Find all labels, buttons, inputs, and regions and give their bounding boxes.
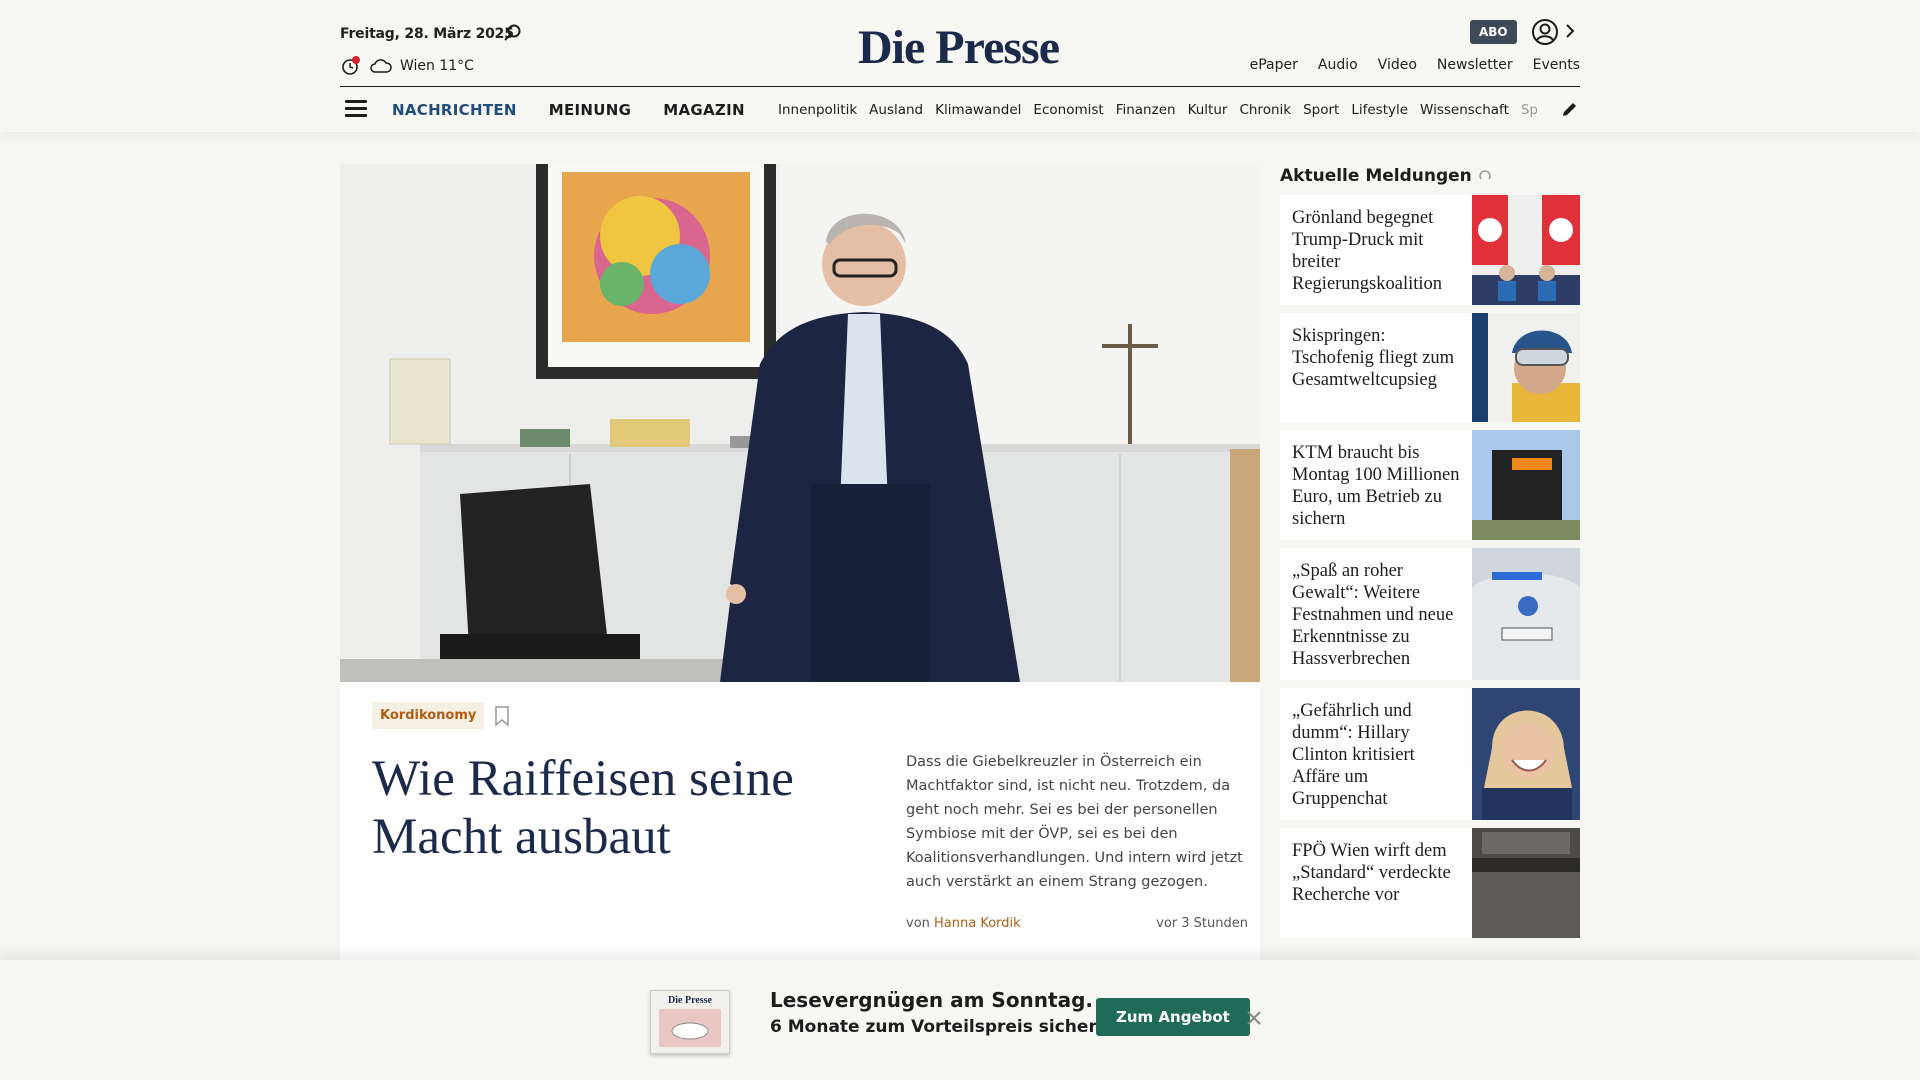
banner-title: Lesevergnügen am Sonntag. [770, 988, 1094, 1012]
news-item-image[interactable] [1472, 688, 1580, 820]
hero-teaser: Dass die Giebelkreuzler in Österreich ei… [906, 754, 1243, 890]
subnav-chronik[interactable]: Chronik [1239, 102, 1291, 118]
hero-image[interactable] [340, 164, 1260, 682]
subnav-innenpolitik[interactable]: Innenpolitik [778, 102, 857, 118]
hero-article[interactable]: Kordikonomy Wie Raiffeisen seine Macht a… [340, 164, 1260, 964]
byline-prefix: von [906, 916, 930, 931]
publish-time: vor 3 Stunden [1156, 916, 1248, 931]
news-item-title[interactable]: FPÖ Wien wirft dem „Standard“ verdeckte … [1280, 828, 1472, 938]
toplink-events[interactable]: Events [1533, 57, 1580, 73]
author-link[interactable]: Hanna Kordik [934, 916, 1021, 931]
news-item-image[interactable] [1472, 430, 1580, 540]
news-item-title[interactable]: Skispringen: Tschofenig fliegt zum Gesam… [1280, 313, 1472, 422]
bookmark-icon[interactable] [494, 705, 510, 727]
news-item-image[interactable] [1472, 195, 1580, 305]
sidebar-title-text: Aktuelle Meldungen [1280, 166, 1472, 186]
subnav-lifestyle[interactable]: Lifestyle [1351, 102, 1408, 118]
close-icon[interactable] [1246, 1010, 1262, 1026]
current-date: Freitag, 28. März 2025 [340, 26, 514, 42]
subnav-klimawandel[interactable]: Klimawandel [935, 102, 1021, 118]
hero-headline[interactable]: Wie Raiffeisen seine Macht ausbaut [372, 750, 852, 866]
news-item[interactable]: KTM braucht bis Montag 100 Millionen Eur… [1280, 430, 1580, 540]
subnav-sport[interactable]: Sport [1303, 102, 1339, 118]
news-item[interactable]: Skispringen: Tschofenig fliegt zum Gesam… [1280, 313, 1580, 422]
subnav-kultur[interactable]: Kultur [1188, 102, 1228, 118]
sub-nav: Innenpolitik Ausland Klimawandel Economi… [778, 102, 1538, 118]
news-item-image[interactable] [1472, 313, 1580, 422]
subnav-spectrum[interactable]: Spectrum [1521, 102, 1538, 118]
main-nav: NACHRICHTEN MEINUNG MAGAZIN [392, 101, 745, 119]
refresh-icon [1479, 170, 1491, 180]
site-logo[interactable]: Die Presse [858, 20, 1060, 75]
toplink-video[interactable]: Video [1378, 57, 1417, 73]
search-icon[interactable] [503, 23, 523, 43]
banner-subtitle: 6 Monate zum Vorteilspreis sichern. [770, 1017, 1116, 1037]
news-item-title[interactable]: „Gefährlich und dumm“: Hillary Clinton k… [1280, 688, 1472, 820]
pencil-icon[interactable] [1561, 100, 1579, 118]
chevron-right-icon[interactable] [1564, 22, 1576, 40]
weather-widget[interactable]: Wien 11°C [340, 55, 474, 77]
nav-divider [340, 86, 1580, 87]
abo-button[interactable]: ABO [1470, 20, 1517, 44]
news-item-title[interactable]: Grönland begegnet Trump-Druck mit breite… [1280, 195, 1472, 305]
site-header: Freitag, 28. März 2025 Wien 11°C Die Pre… [0, 0, 1920, 132]
news-item-title[interactable]: KTM braucht bis Montag 100 Millionen Eur… [1280, 430, 1472, 540]
news-item[interactable]: Grönland begegnet Trump-Druck mit breite… [1280, 195, 1580, 305]
newspaper-thumbnail: Die Presse [650, 990, 730, 1054]
news-item-image[interactable] [1472, 548, 1580, 680]
toplink-epaper[interactable]: ePaper [1250, 57, 1298, 73]
sidebar-title: Aktuelle Meldungen [1280, 166, 1492, 186]
notification-bell-icon[interactable] [340, 55, 362, 77]
subnav-wissenschaft[interactable]: Wissenschaft [1420, 102, 1509, 118]
news-item-image[interactable] [1472, 828, 1580, 938]
user-account-icon[interactable] [1531, 18, 1559, 46]
weather-label: Wien 11°C [400, 58, 474, 74]
toplink-audio[interactable]: Audio [1318, 57, 1358, 73]
nav-nachrichten[interactable]: NACHRICHTEN [392, 101, 517, 119]
cloud-icon [370, 59, 392, 73]
news-item[interactable]: „Gefährlich und dumm“: Hillary Clinton k… [1280, 688, 1580, 820]
subscription-banner: Die Presse Lesevergnügen am Sonntag. 6 M… [0, 960, 1920, 1080]
hamburger-menu-icon[interactable] [345, 100, 367, 118]
subnav-finanzen[interactable]: Finanzen [1116, 102, 1176, 118]
subnav-economist[interactable]: Economist [1033, 102, 1103, 118]
nav-magazin[interactable]: MAGAZIN [663, 101, 745, 119]
subnav-ausland[interactable]: Ausland [869, 102, 923, 118]
toplink-newsletter[interactable]: Newsletter [1437, 57, 1513, 73]
top-links: ePaper Audio Video Newsletter Events [1250, 57, 1580, 73]
news-item[interactable]: FPÖ Wien wirft dem „Standard“ verdeckte … [1280, 828, 1580, 938]
news-item-title[interactable]: „Spaß an roher Gewalt“: Weitere Festnahm… [1280, 548, 1472, 680]
nav-meinung[interactable]: MEINUNG [549, 101, 631, 119]
category-tag[interactable]: Kordikonomy [372, 702, 485, 729]
tag-row: Kordikonomy [372, 702, 510, 729]
news-item[interactable]: „Spaß an roher Gewalt“: Weitere Festnahm… [1280, 548, 1580, 680]
newspaper-thumbnail-logo: Die Presse [668, 995, 713, 1006]
news-list: Grönland begegnet Trump-Druck mit breite… [1280, 195, 1580, 946]
zum-angebot-button[interactable]: Zum Angebot [1096, 998, 1250, 1036]
byline: von Hanna Kordik [906, 916, 1021, 931]
